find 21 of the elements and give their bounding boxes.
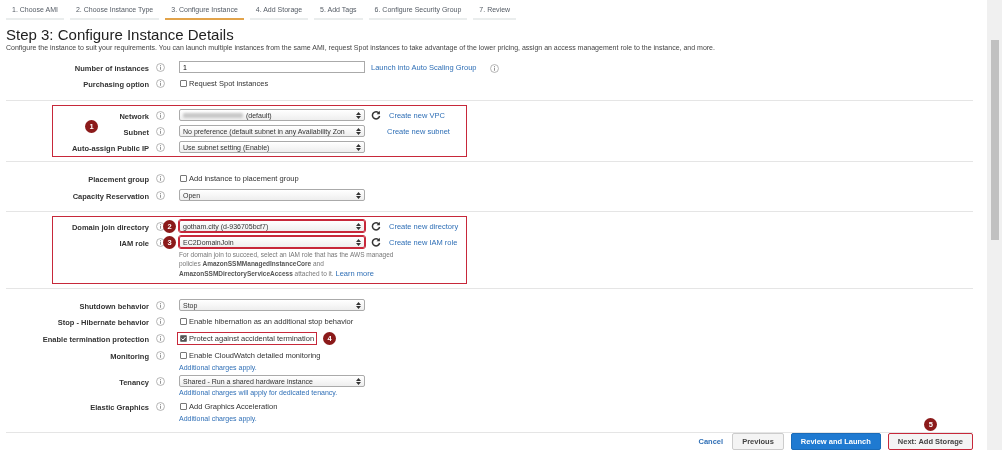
- refresh-icon[interactable]: [371, 237, 381, 247]
- sort-arrows-icon: [356, 192, 361, 199]
- checkbox[interactable]: [180, 334, 187, 342]
- info-icon[interactable]: [156, 238, 165, 247]
- refresh-icon[interactable]: [371, 110, 381, 120]
- refresh-icon[interactable]: [371, 221, 381, 231]
- sort-arrows-icon: [356, 301, 361, 309]
- sort-arrows-icon: [356, 112, 361, 119]
- checkbox[interactable]: [180, 80, 187, 87]
- sort-arrows-icon: [356, 377, 361, 385]
- sort-arrows-icon: [356, 223, 361, 230]
- checkbox[interactable]: [180, 175, 187, 182]
- sort-arrows-icon: [356, 128, 361, 135]
- sort-arrows-icon: [356, 239, 361, 246]
- checkbox[interactable]: [180, 317, 187, 325]
- checkbox[interactable]: [180, 351, 187, 359]
- page-title: Step 3: Configure Instance Details: [6, 26, 235, 43]
- checkbox[interactable]: [180, 402, 187, 410]
- info-icon[interactable]: [156, 222, 165, 231]
- sort-arrows-icon: [356, 144, 361, 151]
- scrollbar[interactable]: [987, 0, 1002, 450]
